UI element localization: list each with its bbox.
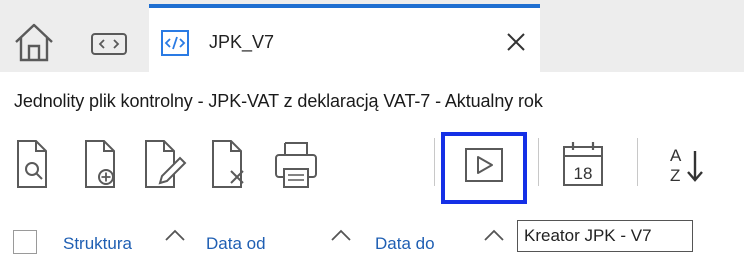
play-icon [462, 137, 506, 193]
page-title: Jednolity plik kontrolny - JPK-VAT z dek… [14, 91, 543, 111]
tooltip: Kreator JPK - V7 [517, 220, 693, 252]
document-edit-icon[interactable] [140, 137, 188, 193]
toolbar-separator [637, 138, 638, 186]
sort-az-icon[interactable]: A Z [664, 137, 710, 193]
tab-jpk-v7[interactable]: JPK_V7 [149, 4, 540, 72]
toolbar-separator [538, 138, 539, 186]
calendar-icon[interactable]: 18 [560, 137, 606, 193]
column-header-struktura[interactable]: Struktura [63, 234, 132, 254]
sort-letter-top: A [670, 146, 682, 165]
document-search-icon[interactable] [12, 137, 52, 193]
code-icon [161, 30, 189, 56]
sort-caret-icon[interactable] [330, 228, 352, 242]
toolbar-separator [434, 138, 435, 186]
tab-label: JPK_V7 [209, 32, 275, 52]
select-all-checkbox[interactable] [13, 230, 37, 254]
sort-caret-icon[interactable] [483, 228, 505, 242]
printer-icon[interactable] [272, 137, 320, 193]
document-delete-icon[interactable] [207, 137, 249, 193]
document-add-icon[interactable] [80, 137, 120, 193]
calendar-day: 18 [574, 164, 593, 183]
column-header-data-od[interactable]: Data od [206, 234, 266, 254]
home-icon[interactable] [12, 20, 56, 64]
tab-bar: JPK_V7 [0, 0, 744, 72]
sort-caret-icon[interactable] [164, 228, 186, 242]
sort-letter-bottom: Z [670, 166, 680, 185]
code-nav-icon[interactable] [86, 30, 132, 58]
column-header-data-do[interactable]: Data do [375, 234, 435, 254]
close-icon[interactable] [504, 30, 528, 54]
